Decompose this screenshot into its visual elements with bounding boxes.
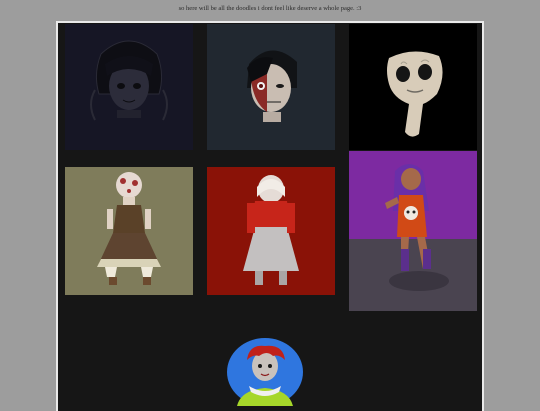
doodle-split-face-portrait[interactable]: [207, 24, 335, 150]
doodle-purple-hair-girl[interactable]: [349, 151, 477, 311]
doll-in-brown-dress-icon: [65, 167, 193, 295]
half-torn-face-character-icon: [207, 24, 335, 150]
doodle-pale-creature[interactable]: [349, 24, 477, 150]
doodle-lolita-doll[interactable]: [65, 167, 193, 295]
gallery-panel: [56, 21, 484, 411]
girl-in-red-hood-icon: [207, 167, 335, 295]
dark-haired-character-sketch-icon: [65, 24, 193, 150]
purple-haired-girl-holding-skull-icon: [349, 151, 477, 311]
pale-hollow-eyed-creature-icon: [349, 24, 477, 150]
doodle-red-hood-girl[interactable]: [207, 167, 335, 295]
doodle-dark-sketch-portrait[interactable]: [65, 24, 193, 150]
red-haired-clown-circle-icon: [227, 338, 303, 406]
doodle-red-haired-clown[interactable]: [227, 338, 303, 406]
page-caption: so here will be all the doodles i dont f…: [178, 5, 362, 12]
